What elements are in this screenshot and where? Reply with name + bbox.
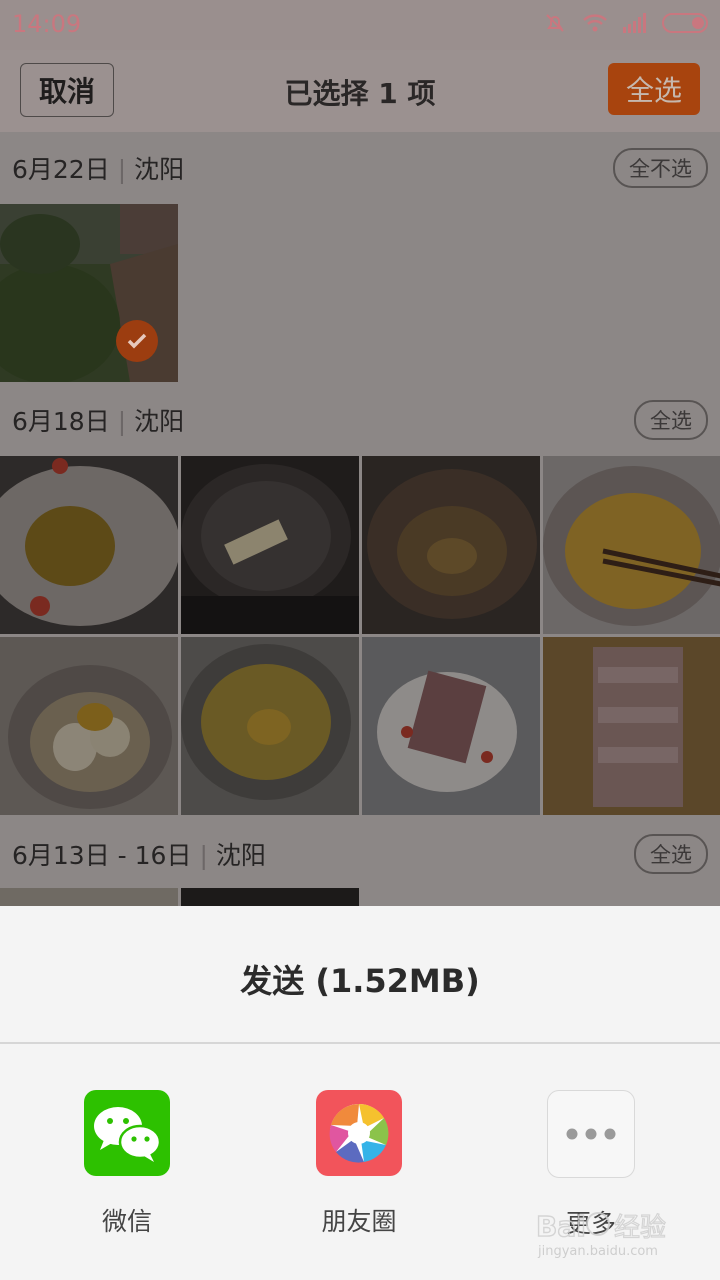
- svg-text:Bai: Bai: [536, 1210, 586, 1243]
- more-icon: [547, 1090, 635, 1178]
- divider: [0, 1042, 720, 1044]
- section-date: 6月22日 | 沈阳: [12, 150, 184, 186]
- section-header-3: 6月13日 - 16日 | 沈阳 全选: [0, 818, 720, 888]
- share-wechat-button[interactable]: 微信: [52, 1090, 202, 1238]
- wifi-icon: [582, 10, 608, 36]
- section-date-text: 6月18日: [12, 407, 110, 436]
- section-header-1: 6月22日 | 沈阳 全不选: [0, 132, 720, 202]
- select-all-section-button[interactable]: 全选: [634, 834, 708, 874]
- divider: |: [117, 155, 127, 184]
- photo-thumbnail[interactable]: [181, 888, 359, 906]
- svg-text:jingyan.baidu.com: jingyan.baidu.com: [537, 1244, 658, 1259]
- wechat-icon: [84, 1090, 170, 1176]
- section-header-2: 6月18日 | 沈阳 全选: [0, 384, 720, 454]
- photo-thumbnail[interactable]: [0, 637, 178, 815]
- divider: |: [199, 841, 208, 870]
- section-city: 沈阳: [215, 841, 266, 870]
- send-title: 发送 (1.52MB): [240, 962, 480, 1000]
- photo-thumbnail[interactable]: [181, 456, 359, 634]
- signal-icon: [622, 10, 648, 36]
- status-bar: 14:09: [0, 0, 720, 50]
- share-sheet: 发送 (1.52MB) 微信 朋友圈 更多 Bai 经验 jingyan.bai…: [0, 906, 720, 1280]
- svg-text:经验: 经验: [614, 1213, 666, 1243]
- deselect-all-button[interactable]: 全不选: [613, 148, 708, 188]
- section-date-text: 6月22日: [12, 155, 110, 184]
- section-date: 6月18日 | 沈阳: [12, 402, 184, 438]
- screen: 14:09 取消 已选择 1 项 全选 6月22日 | 沈阳 全不选 6月18日…: [0, 0, 720, 1280]
- section-city: 沈阳: [134, 155, 185, 184]
- photo-thumbnail[interactable]: [0, 888, 178, 906]
- selected-check-icon: [116, 320, 158, 362]
- mute-bell-icon: [542, 10, 568, 36]
- moments-icon: [316, 1090, 402, 1176]
- section-date: 6月13日 - 16日 | 沈阳: [12, 836, 266, 872]
- photo-thumbnail[interactable]: [543, 456, 720, 634]
- status-time: 14:09: [12, 10, 82, 38]
- photo-thumbnail[interactable]: [0, 204, 178, 382]
- photo-thumbnail[interactable]: [543, 637, 720, 815]
- status-icons: [542, 10, 710, 36]
- section-date-text: 6月13日 - 16日: [12, 841, 192, 870]
- baidu-watermark-logo: Bai 经验 jingyan.baidu.com: [535, 1200, 686, 1264]
- photo-thumbnail[interactable]: [181, 637, 359, 815]
- share-label: 朋友圈: [321, 1207, 397, 1236]
- section-city: 沈阳: [134, 407, 185, 436]
- battery-icon: [662, 10, 710, 36]
- photo-grid: 6月22日 | 沈阳 全不选 6月18日 | 沈阳 全选 6月13日 - 16日…: [0, 132, 720, 906]
- photo-thumbnail[interactable]: [362, 456, 540, 634]
- selection-header: 取消 已选择 1 项 全选: [0, 50, 720, 132]
- share-label: 微信: [101, 1207, 152, 1236]
- select-all-section-button[interactable]: 全选: [634, 400, 708, 440]
- select-all-button[interactable]: 全选: [608, 63, 700, 115]
- divider: |: [117, 407, 127, 436]
- photo-thumbnail[interactable]: [0, 456, 178, 634]
- photo-thumbnail[interactable]: [362, 637, 540, 815]
- share-moments-button[interactable]: 朋友圈: [284, 1090, 434, 1238]
